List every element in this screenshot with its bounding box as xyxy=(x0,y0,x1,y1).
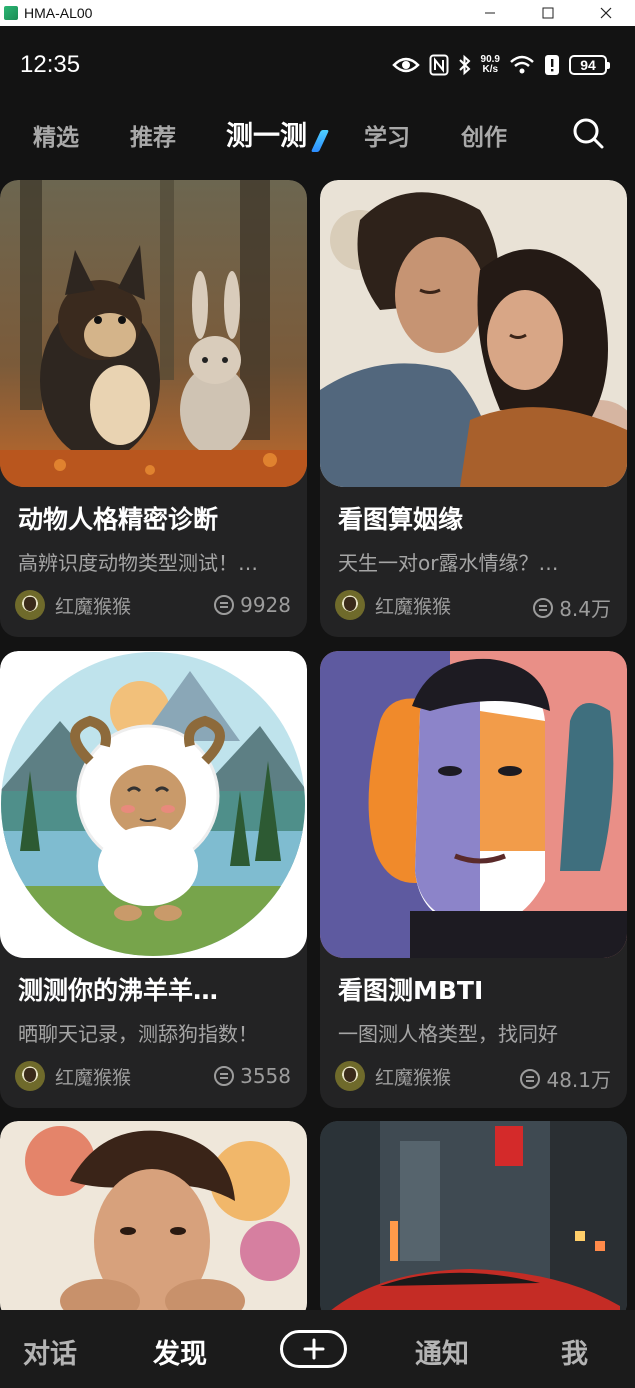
puppy-rabbit-image xyxy=(0,180,307,487)
window-titlebar: HMA-AL00 xyxy=(0,0,635,26)
tab-featured[interactable]: 精选 xyxy=(33,118,79,152)
nav-notifications[interactable]: 通知 xyxy=(415,1332,469,1371)
net-speed-unit: K/s xyxy=(482,64,499,75)
bluetooth-icon xyxy=(458,54,470,76)
comment-count-value: 8.4万 xyxy=(559,597,611,621)
comment-icon xyxy=(533,597,554,618)
card-image xyxy=(0,180,307,487)
comment-icon xyxy=(520,1068,541,1089)
abstract-faces-image xyxy=(320,651,627,958)
card-title: 测测你的沸羊羊… xyxy=(18,976,219,1005)
comment-count-value: 9928 xyxy=(240,593,291,617)
comment-count: 8.4万 xyxy=(533,593,611,622)
status-bar: 12:35 90.9 K/s 94 xyxy=(0,26,635,104)
comment-count: 3558 xyxy=(214,1064,291,1088)
tab-recommended[interactable]: 推荐 xyxy=(130,118,176,152)
comment-icon xyxy=(214,1066,235,1086)
status-time: 12:35 xyxy=(20,51,81,78)
card-description: 晒聊天记录，测舔狗指数！ xyxy=(18,1022,258,1046)
net-speed: 90.9 K/s xyxy=(481,55,500,75)
card-image xyxy=(320,651,627,958)
card-image xyxy=(0,1121,307,1321)
watercolor-man-image xyxy=(0,1121,307,1321)
card-title: 动物人格精密诊断 xyxy=(18,505,219,534)
alert-icon xyxy=(545,55,559,75)
card-author[interactable]: 红魔猴猴 xyxy=(335,1061,451,1091)
author-name: 红魔猴猴 xyxy=(55,595,132,618)
quiz-card[interactable]: 看图算姻缘 天生一对or露水情缘？… 红魔猴猴 8.4万 xyxy=(320,180,627,637)
nfc-icon xyxy=(429,54,449,76)
card-title: 看图算姻缘 xyxy=(338,505,464,534)
minimize-icon xyxy=(485,12,495,14)
card-image xyxy=(320,1121,627,1321)
eye-icon xyxy=(391,57,420,73)
search-button[interactable] xyxy=(571,116,605,150)
phone-screen: 12:35 90.9 K/s 94 精选 推荐 测一测 学习 创作 动物人格精密… xyxy=(0,26,635,1388)
comment-icon xyxy=(214,595,235,615)
plus-icon xyxy=(303,1338,324,1360)
create-button[interactable] xyxy=(280,1330,347,1368)
maximize-icon xyxy=(542,7,554,19)
card-image xyxy=(0,651,307,958)
nav-me[interactable]: 我 xyxy=(561,1332,588,1371)
card-image xyxy=(320,180,627,487)
app-icon xyxy=(4,6,18,20)
card-author[interactable]: 红魔猴猴 xyxy=(335,590,451,620)
quiz-card[interactable]: 看图测MBTI 一图测人格类型，找同好 红魔猴猴 48.1万 xyxy=(320,651,627,1108)
wifi-icon xyxy=(510,55,534,74)
quiz-card[interactable] xyxy=(0,1121,307,1321)
avatar xyxy=(15,1061,45,1091)
comment-count: 48.1万 xyxy=(520,1064,611,1093)
quiz-card[interactable] xyxy=(320,1121,627,1321)
tab-learn[interactable]: 学习 xyxy=(364,118,410,152)
comment-count-value: 48.1万 xyxy=(546,1068,611,1092)
tab-quiz[interactable]: 测一测 xyxy=(226,114,307,153)
comment-count: 9928 xyxy=(214,593,291,617)
card-description: 天生一对or露水情缘？… xyxy=(338,551,559,575)
quiz-card[interactable]: 测测你的沸羊羊… 晒聊天记录，测舔狗指数！ 红魔猴猴 3558 xyxy=(0,651,307,1108)
author-name: 红魔猴猴 xyxy=(375,595,452,618)
avatar xyxy=(15,590,45,620)
minimize-button[interactable] xyxy=(461,0,519,26)
author-name: 红魔猴猴 xyxy=(375,1066,452,1089)
card-author[interactable]: 红魔猴猴 xyxy=(15,590,131,620)
battery-indicator: 94 xyxy=(569,55,610,75)
nav-discover[interactable]: 发现 xyxy=(153,1332,207,1371)
close-button[interactable] xyxy=(577,0,635,26)
avatar xyxy=(335,1061,365,1091)
card-description: 高辨识度动物类型测试！… xyxy=(18,551,258,575)
city-street-car-image xyxy=(320,1121,627,1321)
author-name: 红魔猴猴 xyxy=(55,1066,132,1089)
tab-create[interactable]: 创作 xyxy=(461,118,507,152)
nav-chat[interactable]: 对话 xyxy=(23,1332,77,1371)
active-tab-marker xyxy=(310,130,330,152)
card-author[interactable]: 红魔猴猴 xyxy=(15,1061,131,1091)
couple-image xyxy=(320,180,627,487)
avatar xyxy=(335,590,365,620)
maximize-button[interactable] xyxy=(519,0,577,26)
search-icon xyxy=(573,118,604,149)
quiz-card[interactable]: 动物人格精密诊断 高辨识度动物类型测试！… 红魔猴猴 9928 xyxy=(0,180,307,637)
bottom-nav: 对话 发现 通知 我 xyxy=(0,1310,635,1388)
close-icon xyxy=(600,7,612,19)
window-title: HMA-AL00 xyxy=(24,5,93,21)
comment-count-value: 3558 xyxy=(240,1064,291,1088)
cartoon-sheep-image xyxy=(0,651,307,958)
top-tabs: 精选 推荐 测一测 学习 创作 xyxy=(0,108,635,158)
card-title: 看图测MBTI xyxy=(338,976,484,1005)
card-description: 一图测人格类型，找同好 xyxy=(338,1022,558,1046)
